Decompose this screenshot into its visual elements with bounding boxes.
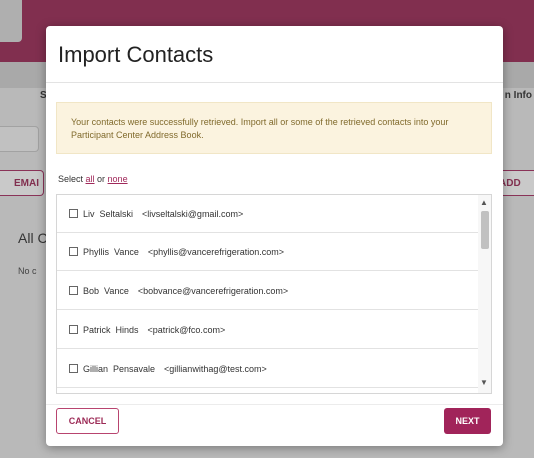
list-scrollbar[interactable]: ▲ ▼ xyxy=(478,195,491,393)
contact-row[interactable]: Bob Vance <bobvance@vancerefrigeration.c… xyxy=(57,272,479,310)
contact-name: Gillian Pensavale xyxy=(83,363,156,374)
contact-name: Phyllis Vance xyxy=(83,246,139,257)
contact-row[interactable]: Patrick Hinds <patrick@fco.com> xyxy=(57,311,479,349)
header-divider xyxy=(46,82,503,83)
contact-checkbox[interactable] xyxy=(69,286,78,295)
success-alert: Your contacts were successfully retrieve… xyxy=(56,102,492,154)
contact-email: <gillianwithag@test.com> xyxy=(164,363,267,374)
contact-checkbox[interactable] xyxy=(69,364,78,373)
contact-name: Patrick Hinds xyxy=(83,324,139,335)
scroll-thumb[interactable] xyxy=(481,211,489,249)
contact-email: <bobvance@vancerefrigeration.com> xyxy=(137,285,289,296)
scroll-down-arrow-icon[interactable]: ▼ xyxy=(480,379,488,387)
scroll-up-arrow-icon[interactable]: ▲ xyxy=(480,199,488,207)
import-contacts-modal: Import Contacts Your contacts were succe… xyxy=(46,26,503,446)
contact-checkbox[interactable] xyxy=(69,325,78,334)
cancel-button[interactable]: CANCEL xyxy=(56,408,119,434)
alert-text: Your contacts were successfully retrieve… xyxy=(71,117,449,140)
contact-row[interactable]: Phyllis Vance <phyllis@vancerefrigeratio… xyxy=(57,233,479,271)
contact-row[interactable]: Liv Seltalski <livseltalski@gmail.com> xyxy=(57,195,479,233)
contact-name: Bob Vance xyxy=(83,285,129,296)
select-none-link[interactable]: none xyxy=(108,174,128,184)
next-button[interactable]: NEXT xyxy=(444,408,491,434)
select-all-link[interactable]: all xyxy=(86,174,95,184)
select-or: or xyxy=(94,174,108,184)
contact-list[interactable]: Liv Seltalski <livseltalski@gmail.com> P… xyxy=(56,194,492,394)
contact-checkbox[interactable] xyxy=(69,247,78,256)
contact-name: Liv Seltalski xyxy=(83,208,134,219)
select-prefix: Select xyxy=(58,174,86,184)
footer-divider xyxy=(46,404,503,405)
contact-checkbox[interactable] xyxy=(69,209,78,218)
contact-email: <patrick@fco.com> xyxy=(147,324,226,335)
contact-email: <livseltalski@gmail.com> xyxy=(142,208,244,219)
modal-title: Import Contacts xyxy=(58,42,214,67)
contact-row[interactable]: Gillian Pensavale <gillianwithag@test.co… xyxy=(57,350,479,388)
select-all-none: Select all or none xyxy=(58,174,128,184)
contact-email: <phyllis@vancerefrigeration.com> xyxy=(147,246,285,257)
